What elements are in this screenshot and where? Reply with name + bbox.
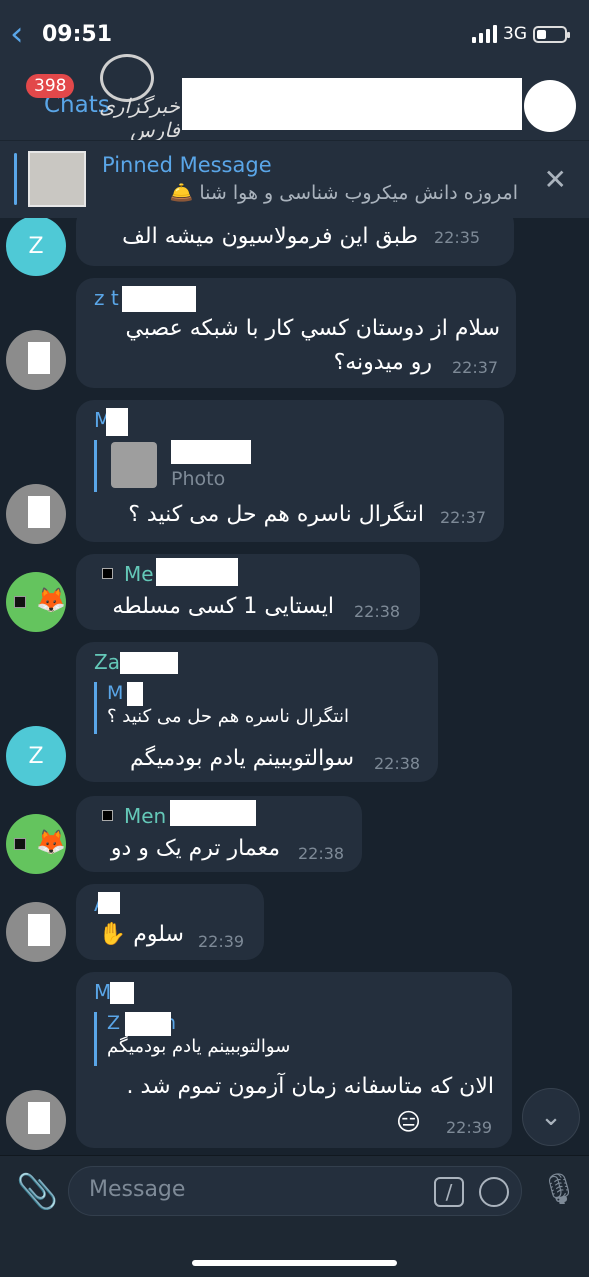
message-text-line2: رو میدونه؟ <box>333 350 432 375</box>
message-time: 22:38 <box>374 754 421 773</box>
avatar[interactable]: 🦊 <box>6 572 66 632</box>
back-chevron-icon[interactable]: ‹ <box>10 14 24 54</box>
status-time: 09:51 <box>42 22 113 47</box>
scroll-down-button[interactable]: ⌄ <box>522 1088 580 1146</box>
reply-preview[interactable]: Photo <box>94 440 251 492</box>
sender-redacted <box>106 408 128 436</box>
message-time: 22:39 <box>198 932 245 951</box>
avatar[interactable]: Z <box>6 218 66 276</box>
avatar[interactable]: Z <box>6 726 66 786</box>
sender-redacted <box>120 652 178 674</box>
message-list[interactable]: Z طبق این فرمولاسیون میشه الف 22:35 z t … <box>0 218 589 1155</box>
message-time: 22:38 <box>298 844 345 863</box>
battery-icon <box>533 25 570 43</box>
sender-name: Me <box>124 562 154 586</box>
watermark-logo: خبرگزاری فارس <box>70 54 180 142</box>
message-text: انتگرال ناسره هم حل می کنید ؟ <box>128 502 424 527</box>
pinned-message-bar[interactable]: Pinned Message امروزه دانش میکروب شناسی … <box>0 140 589 218</box>
message-text: الان که متاسفانه زمان آزمون تموم شد . <box>126 1074 494 1099</box>
sender-name: Men <box>124 804 167 828</box>
message-time: 22:37 <box>440 508 487 527</box>
sender-name: M <box>94 980 112 1004</box>
attachment-icon[interactable]: 📎 <box>16 1172 58 1212</box>
chat-title-redacted[interactable] <box>182 78 522 130</box>
message-time: 22:35 <box>434 228 481 247</box>
message-bubble[interactable]: Za M انتگرال ناسره هم حل می کنید ؟ سوالت… <box>76 642 438 782</box>
message-text: سلام از دوستان كسي كار با شبكه عصبي <box>125 316 500 341</box>
network-label: 3G <box>503 24 527 44</box>
command-icon[interactable]: / <box>434 1177 464 1207</box>
black-square-icon <box>14 596 26 608</box>
status-right: 3G <box>472 24 570 44</box>
message-placeholder: Message <box>89 1177 186 1202</box>
reply-name-redacted <box>125 1012 171 1036</box>
avatar[interactable] <box>6 330 66 390</box>
message-text: معمار ترم یک و دو <box>110 836 280 861</box>
black-square-icon <box>14 838 26 850</box>
message-bubble[interactable]: Me ایستایی 1 کسی مسلطه 22:38 <box>76 554 420 630</box>
message-text: طبق این فرمولاسیون میشه الف <box>122 224 418 249</box>
message-bubble[interactable]: M Zn سوالتوببینم یادم بودمیگم الان که مت… <box>76 972 512 1148</box>
message-bubble[interactable]: M Photo انتگرال ناسره هم حل می کنید ؟ 22… <box>76 400 504 542</box>
reply-name-redacted <box>127 682 143 706</box>
home-indicator <box>192 1260 397 1266</box>
unread-badge: 398 <box>26 74 75 98</box>
avatar[interactable] <box>6 902 66 962</box>
pinned-thumbnail <box>28 151 86 207</box>
sender-redacted <box>98 892 120 914</box>
message-text: سوالتوببینم یادم بودمیگم <box>129 746 354 771</box>
message-time: 22:37 <box>452 358 499 377</box>
sticker-icon[interactable] <box>479 1177 509 1207</box>
message-text: سلوم ✋ <box>98 922 184 947</box>
fox-icon: 🦊 <box>36 586 66 614</box>
avatar[interactable] <box>6 484 66 544</box>
message-time: 22:38 <box>354 602 401 621</box>
black-square-icon <box>102 568 113 579</box>
pinned-indicator <box>14 153 17 205</box>
reply-name-redacted <box>171 440 251 464</box>
sender-redacted <box>122 286 196 312</box>
composer-bar: 📎 Message / 🎙 <box>0 1155 589 1277</box>
sender-name: z t <box>94 286 119 310</box>
reply-preview[interactable]: Zn سوالتوببینم یادم بودمیگم <box>94 1012 290 1066</box>
message-input[interactable]: Message / <box>68 1166 522 1216</box>
chat-avatar[interactable] <box>524 80 576 132</box>
close-icon[interactable]: ✕ <box>544 163 567 196</box>
message-bubble[interactable]: Men معمار ترم یک و دو 22:38 <box>76 796 362 872</box>
pinned-text: امروزه دانش میکروب شناسی و هوا شنا 🛎️ <box>169 182 518 204</box>
avatar[interactable] <box>6 1090 66 1150</box>
reply-type: Photo <box>171 468 226 490</box>
sender-redacted <box>170 800 256 826</box>
sender-redacted <box>156 558 238 586</box>
avatar[interactable]: 🦊 <box>6 814 66 874</box>
microphone-icon[interactable]: 🎙 <box>540 1172 578 1207</box>
message-bubble[interactable]: z t سلام از دوستان كسي كار با شبكه عصبي … <box>76 278 516 388</box>
pinned-title: Pinned Message <box>102 153 272 177</box>
message-bubble[interactable]: طبق این فرمولاسیون میشه الف 22:35 <box>76 218 514 266</box>
black-square-icon <box>102 810 113 821</box>
message-text: ایستایی 1 کسی مسلطه <box>112 594 334 619</box>
message-time: 22:39 <box>446 1118 493 1137</box>
reply-text: انتگرال ناسره هم حل می کنید ؟ <box>107 706 349 727</box>
reply-name: M <box>107 682 124 704</box>
message-bubble[interactable]: A سلوم ✋ 22:39 <box>76 884 264 960</box>
expressionless-emoji: 😑 <box>396 1108 422 1136</box>
watermark-text: خبرگزاری فارس <box>99 94 180 142</box>
reply-photo-thumbnail <box>111 442 157 488</box>
sender-name: Za <box>94 650 120 674</box>
sender-redacted <box>110 982 134 1004</box>
reply-text: سوالتوببینم یادم بودمیگم <box>107 1036 291 1057</box>
reply-preview[interactable]: M انتگرال ناسره هم حل می کنید ؟ <box>94 682 349 734</box>
fox-icon: 🦊 <box>36 828 66 856</box>
signal-icon <box>472 25 497 43</box>
